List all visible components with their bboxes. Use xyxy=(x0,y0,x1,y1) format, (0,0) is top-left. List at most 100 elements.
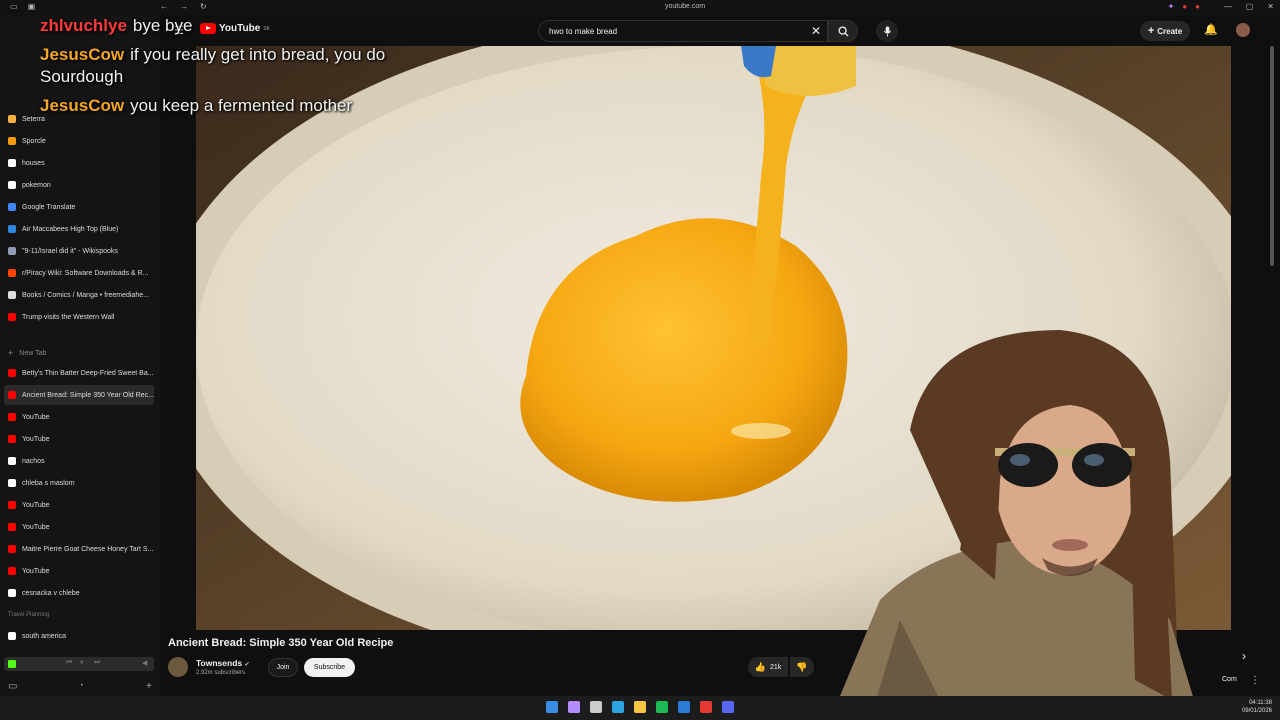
game-icon[interactable] xyxy=(700,701,712,713)
favicon-icon xyxy=(8,203,16,211)
reload-icon[interactable]: ↻ xyxy=(200,2,207,11)
page-scrollbar[interactable] xyxy=(1270,46,1274,266)
browser-tab[interactable]: YouTube xyxy=(4,429,154,449)
browser-tab[interactable]: Betty's Thin Batter Deep-Fried Sweet Ba.… xyxy=(4,363,154,383)
pinned-tab[interactable]: "9-11/Israel did it" - Wikispooks xyxy=(4,241,154,261)
tab-label: YouTube xyxy=(22,413,50,421)
browser-tab[interactable]: nachos xyxy=(4,451,154,471)
minimize-icon[interactable]: — xyxy=(1224,2,1232,11)
streamer-webcam xyxy=(780,320,1250,720)
tab-label: "9-11/Israel did it" - Wikispooks xyxy=(22,247,118,255)
favicon-icon xyxy=(8,479,16,487)
tab-label: nachos xyxy=(22,457,45,465)
folder-tab[interactable]: south america xyxy=(4,626,154,646)
browser-tab[interactable]: YouTube xyxy=(4,495,154,515)
tab-label: south america xyxy=(22,632,66,640)
favicon-icon xyxy=(8,137,16,145)
media-controls[interactable]: ⏮ ⏸ ⏭ ◀ xyxy=(4,657,154,671)
video-title: Ancient Bread: Simple 350 Year Old Recip… xyxy=(168,637,394,649)
browser-tab[interactable]: YouTube xyxy=(4,561,154,581)
media-mute-icon[interactable]: ◀ xyxy=(142,659,147,667)
chat-text: if you really get into bread, you do xyxy=(130,45,386,64)
folder-label[interactable]: Travel Planning xyxy=(8,612,49,618)
windows-taskbar: 04:11:38 09/01/2026 xyxy=(0,696,1280,720)
subscriber-count: 2.92m subscribers xyxy=(196,670,246,676)
favicon-icon xyxy=(8,247,16,255)
sidebar-toggle-icon[interactable]: ▭ xyxy=(10,2,18,11)
x-icon[interactable] xyxy=(590,701,602,713)
pinned-tab[interactable]: Books / Comics / Manga • freemediahe... xyxy=(4,285,154,305)
forward-icon[interactable]: → xyxy=(180,2,188,11)
subscribe-button[interactable]: Subscribe xyxy=(304,658,355,677)
favicon-icon xyxy=(8,589,16,597)
extension-icon-3[interactable]: ● xyxy=(1195,2,1200,11)
browser-tab[interactable]: YouTube xyxy=(4,517,154,537)
account-avatar[interactable] xyxy=(1236,23,1250,37)
taskbar-apps xyxy=(546,701,734,713)
browser-tab[interactable]: Ancient Bread: Simple 350 Year Old Rec..… xyxy=(4,385,154,405)
new-tab-button[interactable]: + New Tab xyxy=(4,343,154,363)
explorer-icon[interactable] xyxy=(634,701,646,713)
new-tab-label: New Tab xyxy=(19,349,47,357)
favicon-icon xyxy=(8,269,16,277)
panel-icon[interactable]: ▣ xyxy=(28,2,36,11)
create-label: Create xyxy=(1157,26,1183,36)
browser-tab[interactable]: cesnacka v chlebe xyxy=(4,583,154,603)
extension-icon-2[interactable]: ● xyxy=(1182,2,1187,11)
pinned-tab[interactable]: pokemon xyxy=(4,175,154,195)
back-icon[interactable]: ← xyxy=(160,2,168,11)
pinned-tab[interactable]: r/Piracy Wiki: Software Downloads & R... xyxy=(4,263,154,283)
search-icon xyxy=(837,25,849,37)
tab-label: Betty's Thin Batter Deep-Fried Sweet Ba.… xyxy=(22,369,154,377)
media-next-icon[interactable]: ⏭ xyxy=(94,659,100,667)
pinned-tab[interactable]: Air Maccabees High Top (Blue) xyxy=(4,219,154,239)
pinned-tab[interactable]: houses xyxy=(4,153,154,173)
pinned-tab[interactable]: Google Translate xyxy=(4,197,154,217)
more-options-icon[interactable]: ⋮ xyxy=(1250,675,1260,686)
clear-search-icon[interactable]: ✕ xyxy=(811,24,821,38)
browser-topbar: ▭ ▣ ← → ↻ youtube.com ✦ ● ● — ▢ ✕ xyxy=(0,0,1280,16)
media-prev-icon[interactable]: ⏮ xyxy=(66,659,72,667)
favicon-icon xyxy=(8,632,16,640)
favicon-icon xyxy=(8,291,16,299)
add-icon[interactable]: + xyxy=(146,681,152,692)
maximize-icon[interactable]: ▢ xyxy=(1246,2,1254,11)
browser-tab[interactable]: Maitre Pierre Goat Cheese Honey Tart S..… xyxy=(4,539,154,559)
search-button[interactable] xyxy=(828,20,858,42)
pinned-tab[interactable]: Trump visits the Western Wall xyxy=(4,307,154,327)
extension-icon[interactable]: ✦ xyxy=(1168,2,1175,11)
create-button[interactable]: + Create xyxy=(1140,21,1190,41)
voice-search-button[interactable] xyxy=(876,20,898,42)
address-bar[interactable]: youtube.com xyxy=(665,3,705,10)
favicon-icon xyxy=(8,457,16,465)
dot-icon: • xyxy=(80,683,83,689)
app-icon[interactable] xyxy=(568,701,580,713)
edge-icon[interactable] xyxy=(612,701,624,713)
chat-message: JesusCow you keep a fermented mother xyxy=(40,96,352,116)
tab-label: cesnacka v chlebe xyxy=(22,589,80,597)
search-input[interactable] xyxy=(549,27,799,36)
windows-start-icon[interactable] xyxy=(546,701,558,713)
pinned-tab[interactable]: Sporcle xyxy=(4,131,154,151)
join-button[interactable]: Join xyxy=(268,658,298,677)
tab-label: chleba s maslom xyxy=(22,479,75,487)
chat-message: JesusCow if you really get into bread, yo… xyxy=(40,45,385,65)
chat-text: bye bye xyxy=(132,16,193,35)
spotify-icon[interactable] xyxy=(656,701,668,713)
tab-label: Maitre Pierre Goat Cheese Honey Tart S..… xyxy=(22,545,154,553)
kick-icon xyxy=(8,660,16,668)
notifications-bell-icon[interactable]: 🔔 xyxy=(1204,23,1218,36)
channel-name[interactable]: Townsends ✔ xyxy=(196,658,250,668)
channel-avatar[interactable] xyxy=(168,657,188,677)
close-icon[interactable]: ✕ xyxy=(1267,2,1274,11)
browser-tab[interactable]: YouTube xyxy=(4,407,154,427)
plus-icon: + xyxy=(1147,25,1155,37)
browser-tab[interactable]: chleba s maslom xyxy=(4,473,154,493)
archive-icon[interactable]: ▭ xyxy=(8,681,17,692)
chat-username: JesusCow xyxy=(40,96,125,115)
favicon-icon xyxy=(8,369,16,377)
discord-icon[interactable] xyxy=(722,701,734,713)
system-clock[interactable]: 04:11:38 09/01/2026 xyxy=(1242,699,1272,715)
media-pause-icon[interactable]: ⏸ xyxy=(80,659,84,667)
steam-icon[interactable] xyxy=(678,701,690,713)
